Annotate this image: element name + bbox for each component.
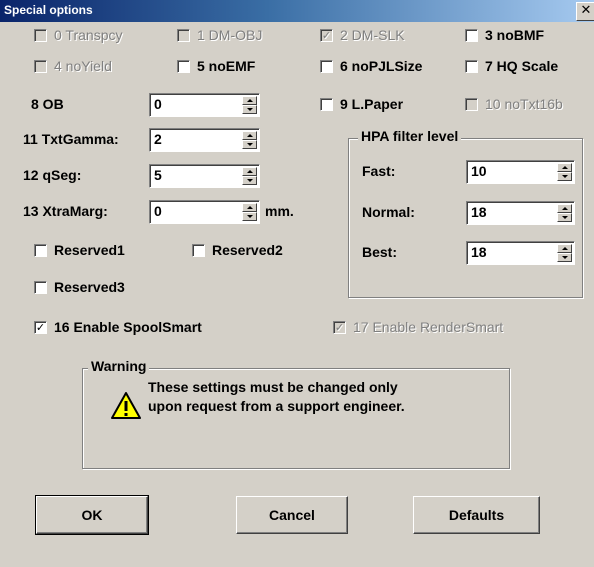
ob-label: 8 OB: [31, 96, 64, 112]
ob-spinner[interactable]: 0: [149, 93, 260, 117]
checkbox-box: [34, 280, 47, 294]
checkbox-reserved1[interactable]: Reserved1: [34, 242, 125, 258]
xtramarg-spinner[interactable]: 0: [149, 200, 260, 224]
spin-up-button[interactable]: [242, 203, 257, 212]
checkbox-5-noemf[interactable]: 5 noEMF: [177, 58, 255, 74]
checkbox-6-nopjlsize[interactable]: 6 noPJLSize: [320, 58, 422, 74]
txtgamma-spinner[interactable]: 2: [149, 128, 260, 152]
title-bar[interactable]: Special options ✕: [0, 0, 594, 22]
warning-text-line2: upon request from a support engineer.: [148, 398, 405, 414]
checkbox-10-notxt16b[interactable]: 10 noTxt16b: [465, 96, 563, 112]
defaults-button[interactable]: Defaults: [413, 496, 540, 534]
ok-button[interactable]: OK: [35, 495, 149, 535]
txtgamma-label: 11 TxtGamma:: [23, 131, 119, 147]
xtramarg-value: 0: [154, 203, 162, 219]
special-options-dialog: Special options ✕ 0 Transpcy 1 DM-OBJ ✓ 2…: [0, 0, 594, 567]
hpa-normal-spinner[interactable]: 18: [466, 201, 575, 225]
spin-up-button[interactable]: [557, 204, 572, 213]
spin-down-button[interactable]: [242, 105, 257, 114]
qseg-label: 12 qSeg:: [23, 167, 82, 183]
close-button[interactable]: ✕: [576, 2, 594, 21]
spin-down-button[interactable]: [557, 253, 572, 262]
window-title: Special options: [4, 3, 93, 17]
checkbox-3-nobmf[interactable]: 3 noBMF: [465, 27, 544, 43]
checkbox-9-l-paper[interactable]: 9 L.Paper: [320, 96, 403, 112]
checkbox-box: [192, 243, 205, 257]
warning-triangle-icon: [111, 392, 141, 419]
checkbox-4-noyield[interactable]: 4 noYield: [34, 58, 112, 74]
spin-down-button[interactable]: [242, 140, 257, 149]
spin-up-button[interactable]: [242, 167, 257, 176]
hpa-fast-label: Fast:: [362, 163, 396, 179]
checkbox-0-transpcy[interactable]: 0 Transpcy: [34, 27, 122, 43]
spin-up-button[interactable]: [557, 244, 572, 253]
checkbox-2-dm-slk[interactable]: ✓ 2 DM-SLK: [320, 27, 405, 43]
spin-down-button[interactable]: [557, 172, 572, 181]
checkbox-box: [34, 28, 47, 42]
warning-title: Warning: [88, 358, 150, 374]
warning-text-line1: These settings must be changed only: [148, 379, 398, 395]
hpa-normal-value: 18: [471, 204, 487, 220]
checkbox-box: [34, 59, 47, 73]
checkbox-box: [465, 28, 478, 42]
txtgamma-value: 2: [154, 131, 162, 147]
checkbox-box: ✓: [34, 320, 47, 334]
hpa-normal-label: Normal:: [362, 204, 415, 220]
xtramarg-unit: mm.: [265, 203, 294, 219]
spin-down-button[interactable]: [242, 212, 257, 221]
checkbox-box: ✓: [320, 28, 333, 42]
checkbox-box: [34, 243, 47, 257]
checkbox-reserved3[interactable]: Reserved3: [34, 279, 125, 295]
hpa-filter-title: HPA filter level: [358, 128, 462, 144]
hpa-best-value: 18: [471, 244, 487, 260]
qseg-value: 5: [154, 167, 162, 183]
spin-up-button[interactable]: [557, 163, 572, 172]
checkbox-box: [177, 59, 190, 73]
spin-down-button[interactable]: [557, 213, 572, 222]
hpa-best-label: Best:: [362, 244, 398, 260]
checkbox-17-rendersmart[interactable]: ✓ 17 Enable RenderSmart: [333, 319, 503, 335]
hpa-best-spinner[interactable]: 18: [466, 241, 575, 265]
hpa-fast-value: 10: [471, 163, 487, 179]
checkbox-box: [465, 59, 478, 73]
checkbox-box: [320, 97, 333, 111]
checkbox-reserved2[interactable]: Reserved2: [192, 242, 283, 258]
checkbox-7-hq-scale[interactable]: 7 HQ Scale: [465, 58, 558, 74]
qseg-spinner[interactable]: 5: [149, 164, 260, 188]
checkbox-16-spoolsmart[interactable]: ✓ 16 Enable SpoolSmart: [34, 319, 202, 335]
checkbox-box: [320, 59, 333, 73]
close-icon: ✕: [580, 3, 592, 18]
xtramarg-label: 13 XtraMarg:: [23, 203, 108, 219]
checkbox-box: [465, 97, 478, 111]
hpa-fast-spinner[interactable]: 10: [466, 160, 575, 184]
cancel-button[interactable]: Cancel: [236, 496, 348, 534]
checkbox-1-dm-obj[interactable]: 1 DM-OBJ: [177, 27, 262, 43]
checkbox-box: ✓: [333, 320, 346, 334]
spin-up-button[interactable]: [242, 131, 257, 140]
ob-value: 0: [154, 96, 162, 112]
spin-down-button[interactable]: [242, 176, 257, 185]
checkbox-box: [177, 28, 190, 42]
spin-up-button[interactable]: [242, 96, 257, 105]
